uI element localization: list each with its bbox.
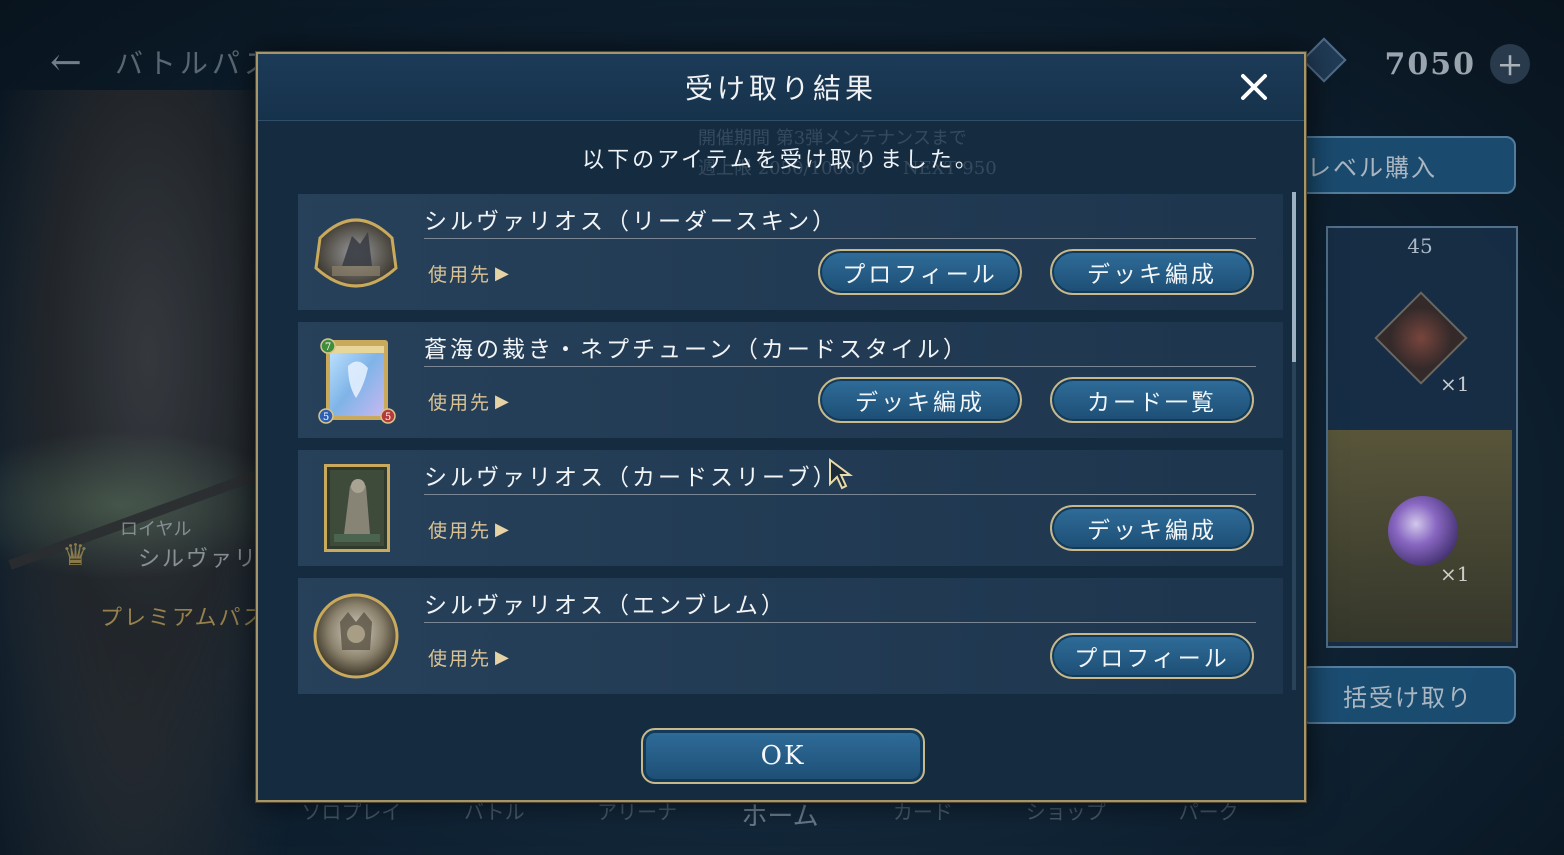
- deck-edit-button[interactable]: デッキ編成: [1050, 505, 1254, 551]
- card-list-button[interactable]: カード一覧: [1050, 377, 1254, 423]
- reward-orb-icon: [1388, 496, 1458, 566]
- use-label: 使用先: [428, 520, 492, 542]
- dialog-title: 受け取り結果: [684, 72, 877, 105]
- class-label: ロイヤル: [120, 519, 192, 540]
- ok-button[interactable]: OK: [641, 728, 925, 784]
- card-style-icon: 7 5 5: [312, 336, 400, 424]
- use-label: 使用先: [428, 648, 492, 670]
- item-list[interactable]: シルヴァリオス（リーダースキン） 使用先 ▶ プロフィール デッキ編成 7 5 …: [298, 194, 1283, 694]
- use-location-link[interactable]: 使用先 ▶: [428, 388, 511, 415]
- item-name: 蒼海の裁き・ネプチューン（カードスタイル）: [424, 337, 969, 363]
- chevron-right-icon: ▶: [495, 391, 511, 412]
- card-attack: 5: [323, 412, 329, 423]
- chevron-right-icon: ▶: [495, 647, 511, 668]
- reward-count: ×1: [1440, 372, 1470, 396]
- close-button[interactable]: [1234, 67, 1274, 107]
- deck-edit-button[interactable]: デッキ編成: [818, 377, 1022, 423]
- bulk-receive-button[interactable]: 括受け取り: [1300, 666, 1516, 724]
- scrollbar-thumb[interactable]: [1292, 192, 1296, 362]
- chevron-right-icon: ▶: [495, 519, 511, 540]
- add-currency-button[interactable]: +: [1490, 44, 1530, 84]
- use-label: 使用先: [428, 392, 492, 414]
- crown-icon: ♛: [62, 538, 89, 573]
- profile-button[interactable]: プロフィール: [1050, 633, 1254, 679]
- item-name: シルヴァリオス（リーダースキン）: [424, 209, 839, 235]
- list-item: シルヴァリオス（カードスリーブ） 使用先 ▶ デッキ編成: [298, 450, 1283, 566]
- chevron-right-icon: ▶: [495, 263, 511, 284]
- currency-value: 7050: [1384, 46, 1476, 82]
- item-name: シルヴァリオス（エンブレム）: [424, 593, 787, 619]
- reward-level: 45: [1407, 234, 1433, 258]
- deck-edit-button[interactable]: デッキ編成: [1050, 249, 1254, 295]
- item-name: シルヴァリオス（カードスリーブ）: [424, 465, 839, 491]
- premium-label: プレミアムパス: [100, 606, 267, 631]
- use-label: 使用先: [428, 264, 492, 286]
- receive-result-dialog: 受け取り結果 開催期間 第3弾メンテナンスまで 週上限 2050/10000 N…: [256, 52, 1306, 802]
- mouse-cursor-icon: [829, 458, 853, 490]
- screen-title: バトルパス: [115, 47, 276, 80]
- list-item: シルヴァリオス（エンブレム） 使用先 ▶ プロフィール: [298, 578, 1283, 694]
- dialog-header: 受け取り結果: [258, 54, 1304, 121]
- dialog-subtitle: 以下のアイテムを受け取りました。: [582, 148, 980, 173]
- item-divider: [424, 366, 1256, 367]
- emblem-icon: [312, 592, 400, 680]
- reward-count: ×1: [1440, 562, 1470, 586]
- use-location-link[interactable]: 使用先 ▶: [428, 516, 511, 543]
- card-defense: 5: [385, 412, 391, 423]
- back-arrow-icon[interactable]: ←: [50, 40, 110, 84]
- card-cost: 7: [325, 342, 331, 353]
- item-divider: [424, 622, 1256, 623]
- use-location-link[interactable]: 使用先 ▶: [428, 644, 511, 671]
- list-item: シルヴァリオス（リーダースキン） 使用先 ▶ プロフィール デッキ編成: [298, 194, 1283, 310]
- item-list-scrollbar[interactable]: [1292, 192, 1296, 690]
- currency-display: 7050 +: [1300, 40, 1530, 88]
- item-divider: [424, 238, 1256, 239]
- close-icon: [1241, 74, 1267, 100]
- profile-button[interactable]: プロフィール: [818, 249, 1022, 295]
- use-location-link[interactable]: 使用先 ▶: [428, 260, 511, 287]
- leader-skin-icon: [312, 208, 400, 296]
- item-divider: [424, 494, 1256, 495]
- card-sleeve-icon: [312, 464, 400, 552]
- list-item: 7 5 5 蒼海の裁き・ネプチューン（カードスタイル） 使用先 ▶ デッキ編成 …: [298, 322, 1283, 438]
